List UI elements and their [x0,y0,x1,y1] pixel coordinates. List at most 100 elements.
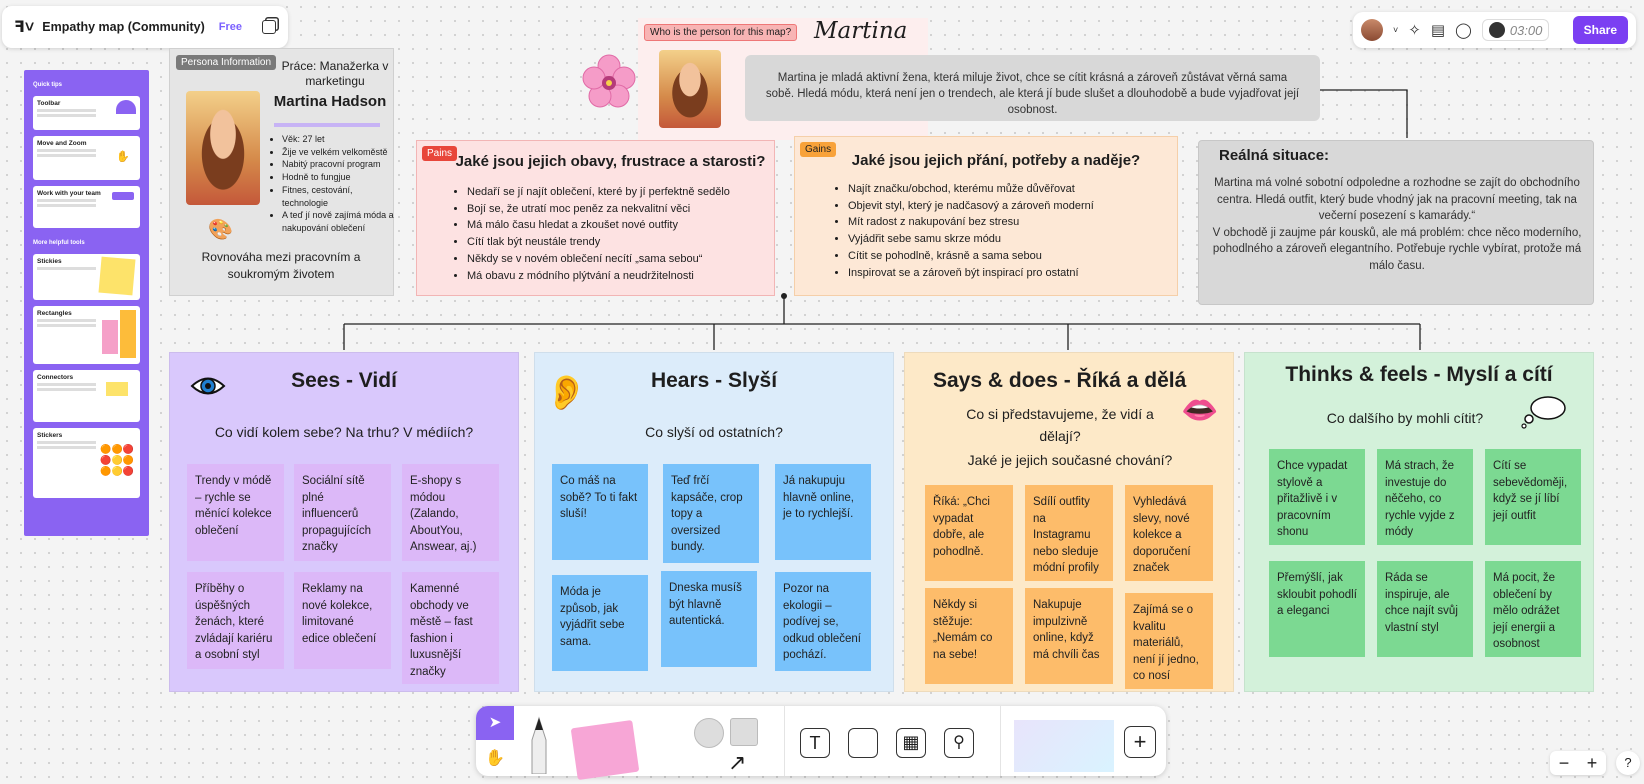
sticky-note[interactable]: Trendy v módě – rychle se měnící kolekce… [187,464,284,561]
who-tag: Who is the person for this map? [644,24,798,41]
shape-square-icon[interactable] [730,718,758,746]
divider [1000,706,1001,776]
section-tool-icon[interactable] [848,728,878,758]
tip-card[interactable]: Toolbar [33,96,140,130]
sees-subtitle: Co vidí kolem sebe? Na trhu? V médiích? [214,424,474,440]
sticky-note[interactable]: Někdy si stěžuje: „Nemám co na sebe! [925,588,1013,684]
help-button[interactable]: ? [1616,751,1640,775]
tip-card[interactable]: Stickies [33,254,140,300]
sticky-note[interactable]: Má pocit, že oblečení by mělo odrážet je… [1485,561,1581,657]
quick-tips-panel: Quick tips Toolbar Move and Zoom ✋ Work w… [24,70,149,536]
flower-sticker[interactable] [582,54,636,108]
table-tool-icon[interactable]: ▦ [896,728,926,758]
sticky-note[interactable]: Vyhledává slevy, nové kolekce a doporuče… [1125,485,1213,581]
sticky-note[interactable]: Reklamy na nové kolekce, limitované edic… [294,572,391,669]
says-title: Says & does - Říká a dělá [933,369,1187,392]
persona-job: Práce: Manažerka v marketingu [281,59,389,88]
sticky-note[interactable]: Říká: „Chci vypadat dobře, ale pohodlně. [925,485,1013,581]
sticky-note[interactable]: E-shopy s módou (Zalando, AboutYou, Answ… [402,464,499,561]
pains-list: Nedaří se jí najít oblečení, které by jí… [467,184,767,284]
sticky-note[interactable]: Cítí se sebevědoměji, když se jí líbí je… [1485,449,1581,545]
thought-bubble-icon [1521,395,1567,429]
sticky-note[interactable]: Chce vypadat stylově a přitažlivě i v pr… [1269,449,1365,545]
ai-sparkle-icon[interactable]: ✧ [1408,21,1421,39]
thinks-quadrant[interactable]: Thinks & feels - Myslí a cítí Co dalšího… [1244,352,1594,692]
persona-card[interactable]: Persona Information Práce: Manažerka v m… [169,48,394,296]
divider [784,706,785,776]
templates-icon[interactable] [1014,720,1114,772]
sees-quadrant[interactable]: Sees - Vidí Co vidí kolem sebe? Na trhu?… [169,352,519,692]
sticky-note[interactable]: Ráda se inspiruje, ale chce najít svůj v… [1377,561,1473,657]
sticky-note[interactable]: Nakupuje impulzivně online, když má chví… [1025,588,1113,684]
zoom-out-button[interactable]: − [1559,753,1570,774]
zoom-controls: − + [1550,751,1606,775]
hears-quadrant[interactable]: 👂 Hears - Slyší Co slyší od ostatních? C… [534,352,894,692]
add-more-icon[interactable]: + [1124,726,1156,758]
persona-motto: Rovnováha mezi pracovním a soukromým živ… [201,250,361,281]
sticky-note[interactable]: Sdílí outfity na Instagramu nebo sleduje… [1025,485,1113,581]
sticky-note[interactable]: Teď frčí kapsáče, crop topy a oversized … [663,464,759,563]
sticky-note[interactable]: Kamenné obchody ve městě – fast fashion … [402,572,499,684]
lips-signal-icon: 👄 [1181,394,1219,427]
stamp-tool-icon[interactable]: ⚲ [944,728,974,758]
plan-badge[interactable]: Free [219,21,242,33]
gains-title: Jaké jsou jejich přání, potřeby a naděje… [851,152,1141,169]
share-button[interactable]: Share [1572,16,1628,44]
persona-photo [186,91,260,205]
toggle-panel-icon[interactable] [262,20,276,34]
comment-icon[interactable]: ◯ [1455,21,1472,39]
timer[interactable]: 03:00 [1481,19,1550,41]
connector-arrow-icon[interactable]: ↗ [728,750,746,776]
tip-card[interactable]: Connectors [33,370,140,422]
sticky-note[interactable]: Dneska musíš být hlavně autentická. [661,571,757,667]
layout-icon[interactable]: ▤ [1431,21,1445,39]
tip-card[interactable]: Move and Zoom ✋ [33,136,140,180]
zoom-in-button[interactable]: + [1587,753,1598,774]
sticky-note[interactable]: Zajímá se o kvalitu materiálů, není jí j… [1125,593,1213,689]
real-title: Reálná situace: [1219,147,1330,164]
quick-tips-heading: Quick tips [33,82,63,88]
sticky-note-tool-icon[interactable] [570,719,640,781]
file-title[interactable]: Empathy map (Community) [42,20,205,34]
shape-tool-icon[interactable] [694,718,724,748]
tip-card[interactable]: Work with your team [33,186,140,228]
sticky-note[interactable]: Móda je způsob, jak vyjádřit sebe sama. [552,575,648,671]
hears-title: Hears - Slyší [650,369,778,392]
bottom-toolbar: ➤ ✋ ↗ T ▦ ⚲ + [476,706,1166,781]
user-avatar[interactable] [1361,19,1383,41]
sticky-note[interactable]: Přemýšlí, jak skloubit pohodlí a eleganc… [1269,561,1365,657]
hand-tool-icon[interactable]: ✋ [476,742,514,776]
thinks-title: Thinks & feels - Myslí a cítí [1285,363,1553,386]
sees-title: Sees - Vidí [291,369,397,392]
sticky-note[interactable]: Já nakupuju hlavně online, je to rychlej… [775,464,871,560]
file-menu-bar: ꟻ˅ Empathy map (Community) Free [2,6,288,48]
thinks-subtitle: Co dalšího by mohli cítit? [1326,410,1484,426]
intro-speech-bubble[interactable]: Martina je mladá aktivní žena, která mil… [745,55,1320,121]
pains-title: Jaké jsou jejich obavy, frustrace a star… [455,153,766,170]
tip-card[interactable]: Stickers 🟠🟠🔴 🔴🟡🟠 🟠🟡🔴 [33,428,140,498]
sticky-note[interactable]: Příběhy o úspěšných ženách, které zvláda… [187,572,284,669]
sticky-note[interactable]: Má strach, že investuje do něčeho, co ry… [1377,449,1473,545]
sticky-note[interactable]: Co máš na sobě? To ti fakt sluší! [552,464,648,560]
says-subtitle-2: Jaké je jejich současné chování? [967,452,1173,468]
says-quadrant[interactable]: Says & does - Říká a dělá 👄 Co si předst… [904,352,1234,692]
gains-list: Najít značku/obchod, kterému může důvěřo… [848,181,1168,281]
real-text: Martina má volné sobotní odpoledne a roz… [1212,177,1582,272]
says-subtitle-1: Co si představujeme, že vidí a dělají? [966,406,1154,444]
persona-facts: Věk: 27 letŽije ve velkém velkoměstěNabi… [276,133,394,235]
text-tool-icon[interactable]: T [800,728,830,758]
gains-box[interactable]: Gains Jaké jsou jejich přání, potřeby a … [794,136,1178,296]
divider [274,123,380,127]
persona-name: Martina Hadson [273,93,387,110]
tip-card[interactable]: Rectangles [33,306,140,364]
top-right-toolbar: ˅ ✧ ▤ ◯ 03:00 Share [1353,12,1636,48]
pen-tool-icon[interactable] [528,716,550,775]
palette-icon: 🎨 [208,219,233,241]
select-tool-icon[interactable]: ➤ [476,706,514,740]
pains-box[interactable]: Pains Jaké jsou jejich obavy, frustrace … [416,140,775,296]
sticky-note[interactable]: Sociální sítě plné influencerů propagují… [294,464,391,561]
more-tools-heading: More helpful tools [33,240,85,246]
sticky-note[interactable]: Pozor na ekologii – podívej se, odkud ob… [775,572,871,671]
real-situation-box[interactable]: Reálná situace: Martina má volné sobotní… [1198,140,1594,305]
figma-menu-icon[interactable]: ꟻ˅ [14,17,34,37]
